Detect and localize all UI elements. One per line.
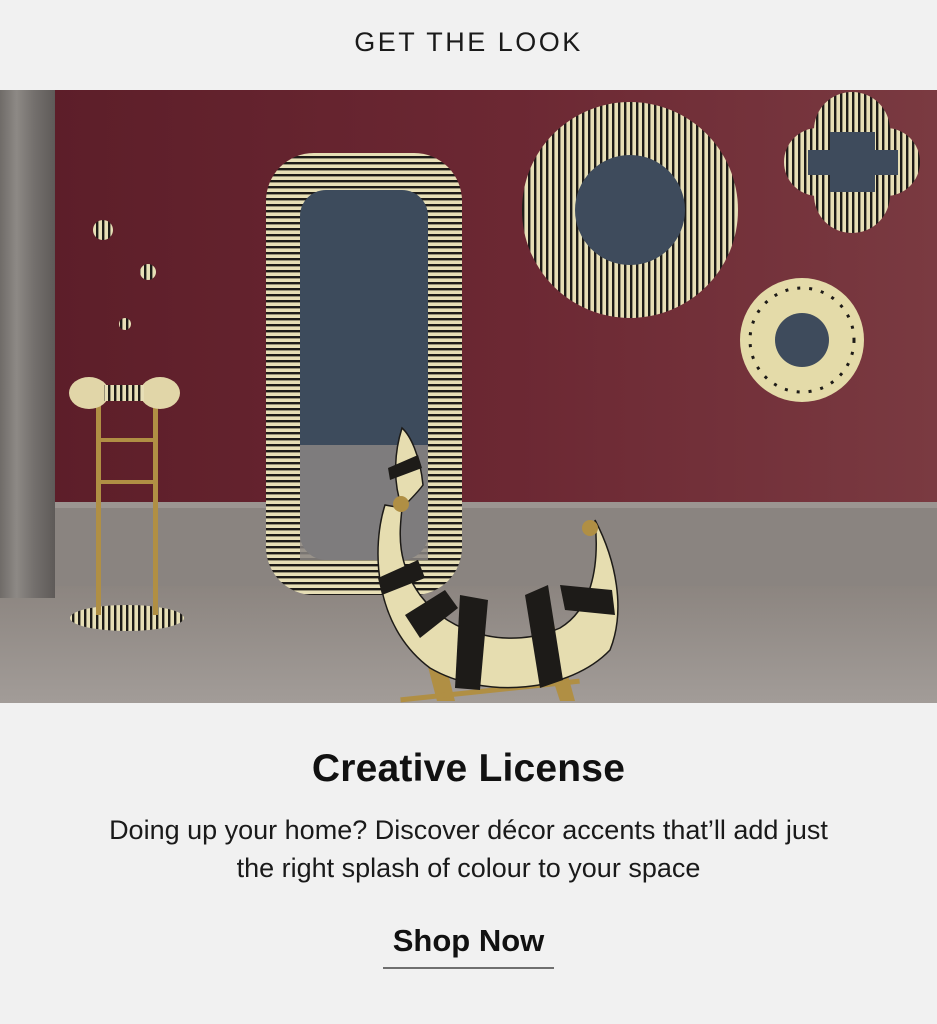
email-promo-block: GET THE LOOK Creative License Doing up y… xyxy=(0,0,937,1024)
curtain xyxy=(0,90,55,598)
baseboard xyxy=(0,502,937,586)
section-title: GET THE LOOK xyxy=(354,26,583,57)
promo-headline: Creative License xyxy=(311,747,626,790)
round-mirror xyxy=(522,102,738,318)
section-header: GET THE LOOK xyxy=(0,0,937,90)
wall-knob xyxy=(119,318,131,330)
promo-content: Creative License Doing up your home? Dis… xyxy=(0,703,937,1024)
small-round-mirror xyxy=(740,278,864,402)
hero-image[interactable] xyxy=(0,90,937,703)
wall-knob xyxy=(93,220,113,240)
shop-now-link[interactable]: Shop Now xyxy=(383,923,554,969)
floor-mirror xyxy=(266,153,462,595)
promo-description: Doing up your home? Discover décor accen… xyxy=(109,815,828,883)
wall-knob xyxy=(140,264,156,280)
